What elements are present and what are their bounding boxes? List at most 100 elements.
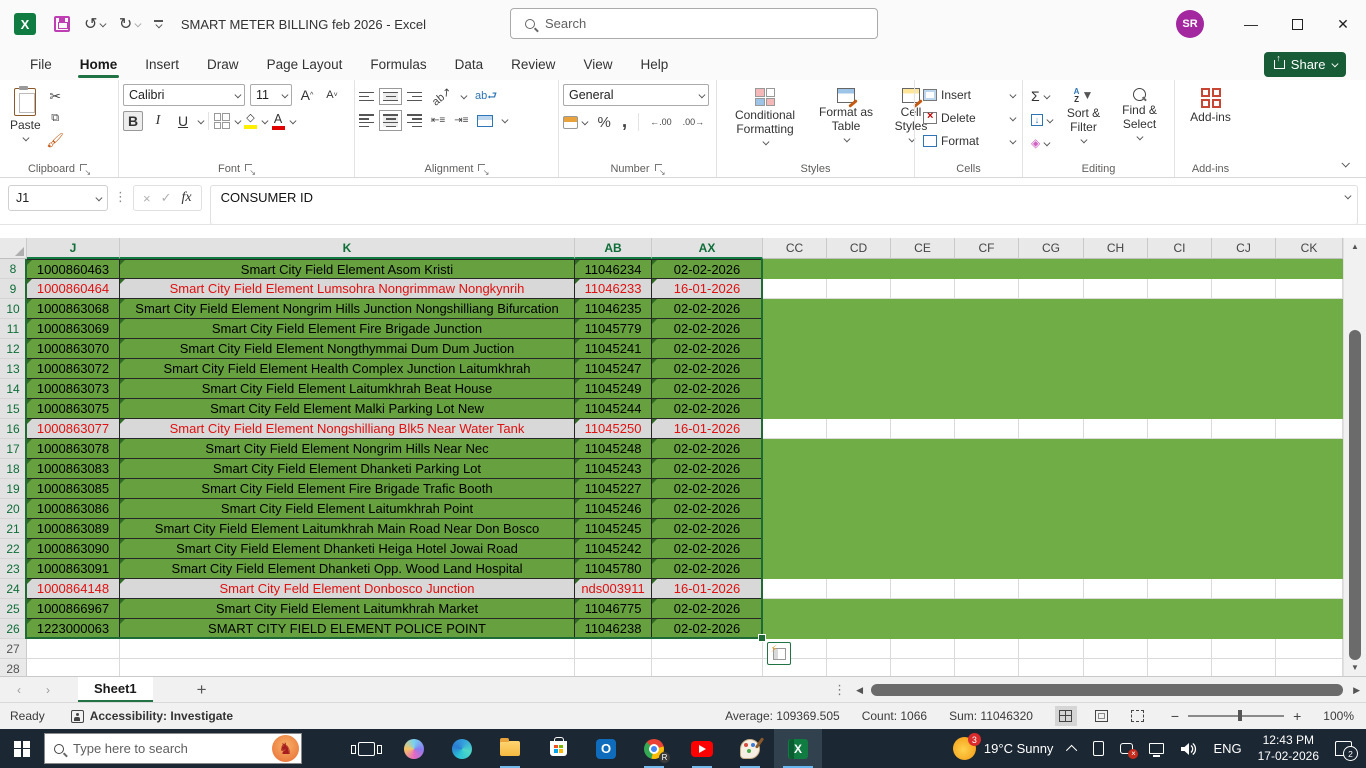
cell-CE16[interactable] [891,419,955,439]
cell-AX21[interactable]: 02-02-2026 [652,519,763,539]
cell-K14[interactable]: Smart City Field Element Laitumkhrah Bea… [120,379,575,399]
ribbon-tab-help[interactable]: Help [628,51,680,78]
cell-CK12[interactable] [1276,339,1343,359]
cell-CE26[interactable] [891,619,955,639]
excel-taskbar-button[interactable]: X [774,729,822,768]
cell-CH16[interactable] [1084,419,1148,439]
cell-CC8[interactable] [763,259,827,279]
cell-CC11[interactable] [763,319,827,339]
volume-icon[interactable] [1180,742,1197,756]
cell-CJ25[interactable] [1212,599,1276,619]
decrease-indent-icon[interactable]: ⇤≡ [431,115,445,126]
zoom-level[interactable]: 100% [1323,709,1354,723]
cell-CG22[interactable] [1019,539,1084,559]
addins-button[interactable]: Add-ins [1184,84,1237,160]
cell-CF17[interactable] [955,439,1019,459]
formula-input[interactable]: CONSUMER ID [210,185,1358,225]
cell-CD10[interactable] [827,299,891,319]
cell-CH27[interactable] [1084,639,1148,659]
new-sheet-button[interactable]: + [197,680,207,700]
cell-AX27[interactable] [652,639,763,659]
cell-CF18[interactable] [955,459,1019,479]
cell-CG21[interactable] [1019,519,1084,539]
scroll-up-icon[interactable]: ▲ [1344,238,1366,255]
cell-CK14[interactable] [1276,379,1343,399]
row-header-17[interactable]: 17 [0,439,27,459]
column-header-CE[interactable]: CE [891,238,955,259]
cell-CC12[interactable] [763,339,827,359]
row-header-24[interactable]: 24 [0,579,27,599]
cell-CH24[interactable] [1084,579,1148,599]
cell-CC20[interactable] [763,499,827,519]
cell-CI8[interactable] [1148,259,1212,279]
cell-AB21[interactable]: 11045245 [575,519,652,539]
cell-CH14[interactable] [1084,379,1148,399]
cell-CF15[interactable] [955,399,1019,419]
ribbon-tab-page-layout[interactable]: Page Layout [255,51,355,78]
sheet-nav-left-icon[interactable]: ‹ [0,683,38,697]
cell-CG18[interactable] [1019,459,1084,479]
cell-K19[interactable]: Smart City Field Element Fire Brigade Tr… [120,479,575,499]
cell-CI26[interactable] [1148,619,1212,639]
close-button[interactable]: ✕ [1320,0,1366,48]
ribbon-tab-formulas[interactable]: Formulas [358,51,438,78]
alignment-dialog-launcher[interactable] [478,164,488,174]
cell-AB10[interactable]: 11046235 [575,299,652,319]
cell-J27[interactable] [27,639,120,659]
cell-CI21[interactable] [1148,519,1212,539]
cell-CD26[interactable] [827,619,891,639]
accounting-format-icon[interactable] [563,116,578,129]
share-button[interactable]: Share [1264,52,1346,77]
row-header-16[interactable]: 16 [0,419,27,439]
increase-indent-icon[interactable]: ⇥≡ [454,115,468,126]
cell-CE24[interactable] [891,579,955,599]
cell-CK8[interactable] [1276,259,1343,279]
cell-CF26[interactable] [955,619,1019,639]
cell-K22[interactable]: Smart City Field Element Dhanketi Heiga … [120,539,575,559]
cell-CH21[interactable] [1084,519,1148,539]
cell-CE19[interactable] [891,479,955,499]
cell-CH8[interactable] [1084,259,1148,279]
cell-CH10[interactable] [1084,299,1148,319]
decrease-font-icon[interactable]: A˅ [322,85,342,105]
underline-button[interactable]: U [173,111,193,131]
cell-K13[interactable]: Smart City Field Element Health Complex … [120,359,575,379]
cell-CC13[interactable] [763,359,827,379]
font-size-select[interactable]: 11 [250,84,292,106]
copy-icon[interactable]: ⧉ [47,110,64,126]
cell-CF28[interactable] [955,659,1019,676]
cell-CC15[interactable] [763,399,827,419]
cell-K26[interactable]: SMART CITY FIELD ELEMENT POLICE POINT [120,619,575,639]
cell-CG10[interactable] [1019,299,1084,319]
cell-AB11[interactable]: 11045779 [575,319,652,339]
cell-K16[interactable]: Smart City Field Element Nongshilliang B… [120,419,575,439]
cell-CD21[interactable] [827,519,891,539]
cell-CK20[interactable] [1276,499,1343,519]
ribbon-tab-insert[interactable]: Insert [133,51,191,78]
borders-icon[interactable] [214,113,230,129]
cell-AX22[interactable]: 02-02-2026 [652,539,763,559]
cell-CJ27[interactable] [1212,639,1276,659]
cell-AB9[interactable]: 11046233 [575,279,652,299]
align-left-icon[interactable] [359,114,374,127]
weather-widget[interactable]: 3 19°C Sunny [953,737,1054,760]
cell-K27[interactable] [120,639,575,659]
format-painter-icon[interactable]: 🖌 [47,132,64,148]
cell-AX23[interactable]: 02-02-2026 [652,559,763,579]
cell-AB16[interactable]: 11045250 [575,419,652,439]
insert-cells-button[interactable]: Insert [919,86,1018,104]
cell-AX15[interactable]: 02-02-2026 [652,399,763,419]
cell-CJ12[interactable] [1212,339,1276,359]
task-view-button[interactable] [342,729,390,768]
cell-K25[interactable]: Smart City Field Element Laitumkhrah Mar… [120,599,575,619]
cell-CJ23[interactable] [1212,559,1276,579]
cell-AB14[interactable]: 11045249 [575,379,652,399]
ms-store-button[interactable] [534,729,582,768]
cell-CD13[interactable] [827,359,891,379]
column-header-AB[interactable]: AB [575,238,652,259]
number-format-select[interactable]: General [563,84,709,106]
cell-CE11[interactable] [891,319,955,339]
cell-CI27[interactable] [1148,639,1212,659]
search-doodle-horse-icon[interactable]: ♞ [272,735,299,762]
cell-CD24[interactable] [827,579,891,599]
